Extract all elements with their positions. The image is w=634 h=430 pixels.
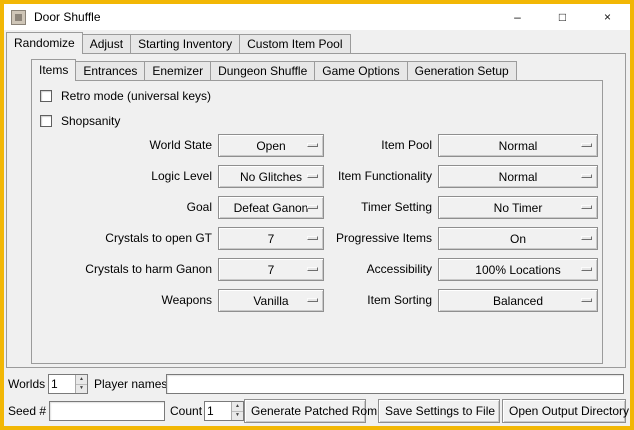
weapons-dropdown[interactable]: Vanilla: [218, 289, 324, 312]
dropdown-indicator-icon: [307, 298, 318, 302]
window-title: Door Shuffle: [34, 10, 101, 24]
dropdown-indicator-icon: [581, 205, 592, 209]
maximize-icon: □: [559, 10, 566, 24]
progressive-items-value: On: [439, 232, 597, 246]
save-settings-button[interactable]: Save Settings to File: [378, 399, 500, 423]
goal-label: Goal: [32, 192, 212, 223]
count-spinner-arrows: ▲ ▼: [231, 402, 243, 420]
window-content: Randomize Adjust Starting Inventory Cust…: [4, 30, 630, 426]
item-pool-label: Item Pool: [324, 130, 432, 161]
app-icon: [11, 10, 26, 25]
logic-level-dropdown[interactable]: No Glitches: [218, 165, 324, 188]
minimize-button[interactable]: –: [495, 4, 540, 30]
item-pool-value: Normal: [439, 139, 597, 153]
crystals-gt-dropdown[interactable]: 7: [218, 227, 324, 250]
dropdown-indicator-icon: [307, 205, 318, 209]
player-names-input[interactable]: [166, 374, 624, 394]
tab-custom-item-pool[interactable]: Custom Item Pool: [239, 34, 350, 53]
count-spinner: ▲ ▼: [204, 401, 244, 421]
retro-mode-label: Retro mode (universal keys): [61, 89, 211, 103]
tab-adjust[interactable]: Adjust: [82, 34, 131, 53]
option-row: World State Open Item Pool Normal: [32, 130, 602, 161]
item-sorting-dropdown[interactable]: Balanced: [438, 289, 598, 312]
main-tabbar: Randomize Adjust Starting Inventory Cust…: [6, 32, 350, 53]
shopsanity-label: Shopsanity: [61, 114, 120, 128]
spin-up-icon[interactable]: ▲: [76, 375, 87, 385]
timer-setting-value: No Timer: [439, 201, 597, 215]
item-sorting-label: Item Sorting: [324, 285, 432, 316]
randomize-pane: Items Entrances Enemizer Dungeon Shuffle…: [6, 53, 626, 368]
dropdown-indicator-icon: [307, 143, 318, 147]
accessibility-dropdown[interactable]: 100% Locations: [438, 258, 598, 281]
close-button[interactable]: ×: [585, 4, 630, 30]
spin-down-icon[interactable]: ▼: [232, 412, 243, 421]
world-state-dropdown[interactable]: Open: [218, 134, 324, 157]
dropdown-indicator-icon: [307, 174, 318, 178]
dropdown-indicator-icon: [581, 236, 592, 240]
count-label: Count: [170, 398, 202, 424]
spin-down-icon[interactable]: ▼: [76, 385, 87, 394]
option-row: Crystals to harm Ganon 7 Accessibility 1…: [32, 254, 602, 285]
accessibility-value: 100% Locations: [439, 263, 597, 277]
tab-game-options[interactable]: Game Options: [314, 61, 407, 80]
dropdown-indicator-icon: [307, 267, 318, 271]
accessibility-label: Accessibility: [324, 254, 432, 285]
seed-label: Seed #: [8, 398, 46, 424]
tab-dungeon-shuffle[interactable]: Dungeon Shuffle: [210, 61, 315, 80]
spin-up-icon[interactable]: ▲: [232, 402, 243, 412]
crystals-ganon-dropdown[interactable]: 7: [218, 258, 324, 281]
close-icon: ×: [604, 10, 611, 24]
sub-tabbar: Items Entrances Enemizer Dungeon Shuffle…: [31, 59, 516, 80]
door-shuffle-window: Door Shuffle – □ × Randomize Adjust Star…: [0, 0, 634, 430]
item-functionality-value: Normal: [439, 170, 597, 184]
dropdown-indicator-icon: [307, 236, 318, 240]
dropdown-indicator-icon: [581, 267, 592, 271]
items-pane: Retro mode (universal keys) Shopsanity W…: [31, 80, 603, 364]
option-row: Weapons Vanilla Item Sorting Balanced: [32, 285, 602, 316]
crystals-ganon-label: Crystals to harm Ganon: [32, 254, 212, 285]
minimize-icon: –: [514, 10, 521, 24]
world-state-label: World State: [32, 130, 212, 161]
player-names-label: Player names: [94, 371, 167, 397]
seed-input[interactable]: [49, 401, 165, 421]
option-row: Crystals to open GT 7 Progressive Items …: [32, 223, 602, 254]
option-row: Goal Defeat Ganon Timer Setting No Timer: [32, 192, 602, 223]
maximize-button[interactable]: □: [540, 4, 585, 30]
titlebar: Door Shuffle – □ ×: [4, 4, 630, 30]
tab-randomize[interactable]: Randomize: [6, 32, 83, 54]
dropdown-indicator-icon: [581, 143, 592, 147]
worlds-input[interactable]: [49, 375, 75, 393]
worlds-spinner-arrows: ▲ ▼: [75, 375, 87, 393]
crystals-gt-label: Crystals to open GT: [32, 223, 212, 254]
worlds-spinner: ▲ ▼: [48, 374, 88, 394]
weapons-label: Weapons: [32, 285, 212, 316]
option-row: Logic Level No Glitches Item Functionali…: [32, 161, 602, 192]
progressive-items-label: Progressive Items: [324, 223, 432, 254]
timer-setting-label: Timer Setting: [324, 192, 432, 223]
progressive-items-dropdown[interactable]: On: [438, 227, 598, 250]
dropdown-indicator-icon: [581, 298, 592, 302]
tab-generation-setup[interactable]: Generation Setup: [407, 61, 517, 80]
window-controls: – □ ×: [495, 4, 630, 30]
item-functionality-label: Item Functionality: [324, 161, 432, 192]
worlds-label: Worlds: [8, 371, 45, 397]
dropdown-indicator-icon: [581, 174, 592, 178]
shopsanity-row: Shopsanity: [40, 114, 120, 128]
item-functionality-dropdown[interactable]: Normal: [438, 165, 598, 188]
timer-setting-dropdown[interactable]: No Timer: [438, 196, 598, 219]
tab-entrances[interactable]: Entrances: [75, 61, 145, 80]
item-sorting-value: Balanced: [439, 294, 597, 308]
shopsanity-checkbox[interactable]: [40, 115, 52, 127]
item-pool-dropdown[interactable]: Normal: [438, 134, 598, 157]
goal-dropdown[interactable]: Defeat Ganon: [218, 196, 324, 219]
open-output-directory-button[interactable]: Open Output Directory: [502, 399, 626, 423]
generate-patched-rom-button[interactable]: Generate Patched Rom: [244, 399, 366, 423]
tab-items[interactable]: Items: [31, 59, 76, 81]
tab-enemizer[interactable]: Enemizer: [144, 61, 211, 80]
retro-mode-row: Retro mode (universal keys): [40, 89, 211, 103]
tab-starting-inventory[interactable]: Starting Inventory: [130, 34, 240, 53]
retro-mode-checkbox[interactable]: [40, 90, 52, 102]
count-input[interactable]: [205, 402, 231, 420]
logic-level-label: Logic Level: [32, 161, 212, 192]
